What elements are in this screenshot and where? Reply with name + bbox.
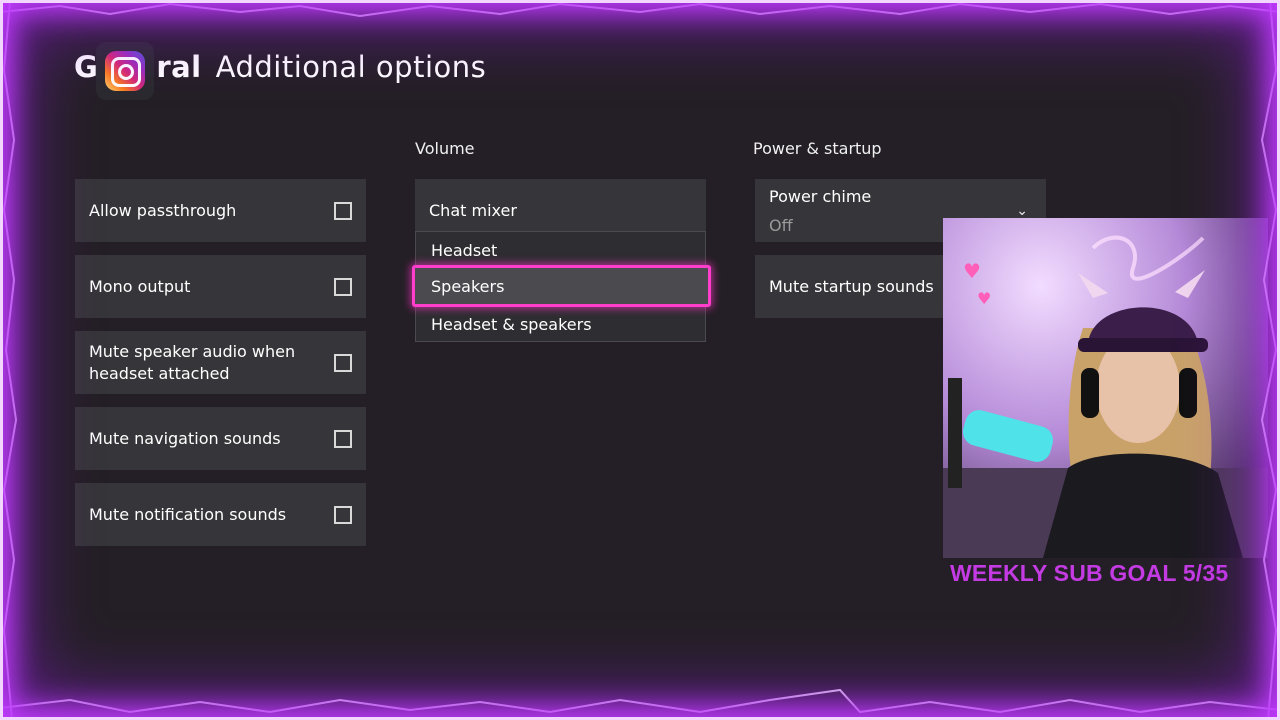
- checkbox[interactable]: [334, 429, 352, 448]
- mute-notification-sounds-label: Mute notification sounds: [89, 504, 287, 524]
- power-startup-header: Power & startup: [753, 139, 882, 158]
- webcam-feed: ♥ ♥: [943, 218, 1268, 558]
- svg-text:♥: ♥: [977, 289, 991, 308]
- mono-output-label: Mono output: [89, 276, 191, 296]
- checkbox[interactable]: [334, 277, 352, 296]
- power-chime-value: Off: [769, 215, 793, 235]
- mute-speaker-audio-label: Mute speaker audio when headset attached: [89, 341, 296, 383]
- weekly-sub-goal-text: WEEKLY SUB GOAL 5/35: [950, 560, 1229, 586]
- checkbox[interactable]: [334, 201, 352, 220]
- mute-notification-sounds-toggle[interactable]: Mute notification sounds: [75, 483, 366, 546]
- option-speakers[interactable]: Speakers: [412, 265, 711, 307]
- chevron-down-icon: ⌄: [1016, 203, 1028, 219]
- option-label: Headset: [431, 241, 498, 260]
- chat-mixer-options-list: Headset Speakers Headset & speakers: [412, 231, 711, 343]
- svg-text:♥: ♥: [963, 259, 981, 283]
- option-headset[interactable]: Headset: [416, 232, 705, 269]
- volume-header: Volume: [415, 139, 475, 158]
- title-fragment-end: ral: [156, 50, 202, 84]
- checkbox[interactable]: [334, 353, 352, 372]
- allow-passthrough-label: Allow passthrough: [89, 200, 237, 220]
- title-fragment-start: G: [74, 50, 99, 84]
- mono-output-toggle[interactable]: Mono output: [75, 255, 366, 318]
- instagram-icon: [96, 42, 155, 100]
- title-additional-options: Additional options: [215, 50, 487, 84]
- option-headset-and-speakers[interactable]: Headset & speakers: [416, 306, 705, 343]
- mute-navigation-sounds-label: Mute navigation sounds: [89, 428, 281, 448]
- page-title: G ral Additional options: [74, 38, 487, 100]
- mute-speaker-audio-toggle[interactable]: Mute speaker audio when headset attached: [75, 331, 366, 394]
- mute-navigation-sounds-toggle[interactable]: Mute navigation sounds: [75, 407, 366, 470]
- chat-mixer-label: Chat mixer: [429, 200, 517, 220]
- option-label: Headset & speakers: [431, 315, 592, 334]
- checkbox[interactable]: [334, 505, 352, 524]
- webcam-illustration: ♥ ♥: [943, 218, 1268, 558]
- allow-passthrough-toggle[interactable]: Allow passthrough: [75, 179, 366, 242]
- power-chime-label: Power chime: [769, 186, 872, 206]
- option-label: Speakers: [431, 276, 505, 296]
